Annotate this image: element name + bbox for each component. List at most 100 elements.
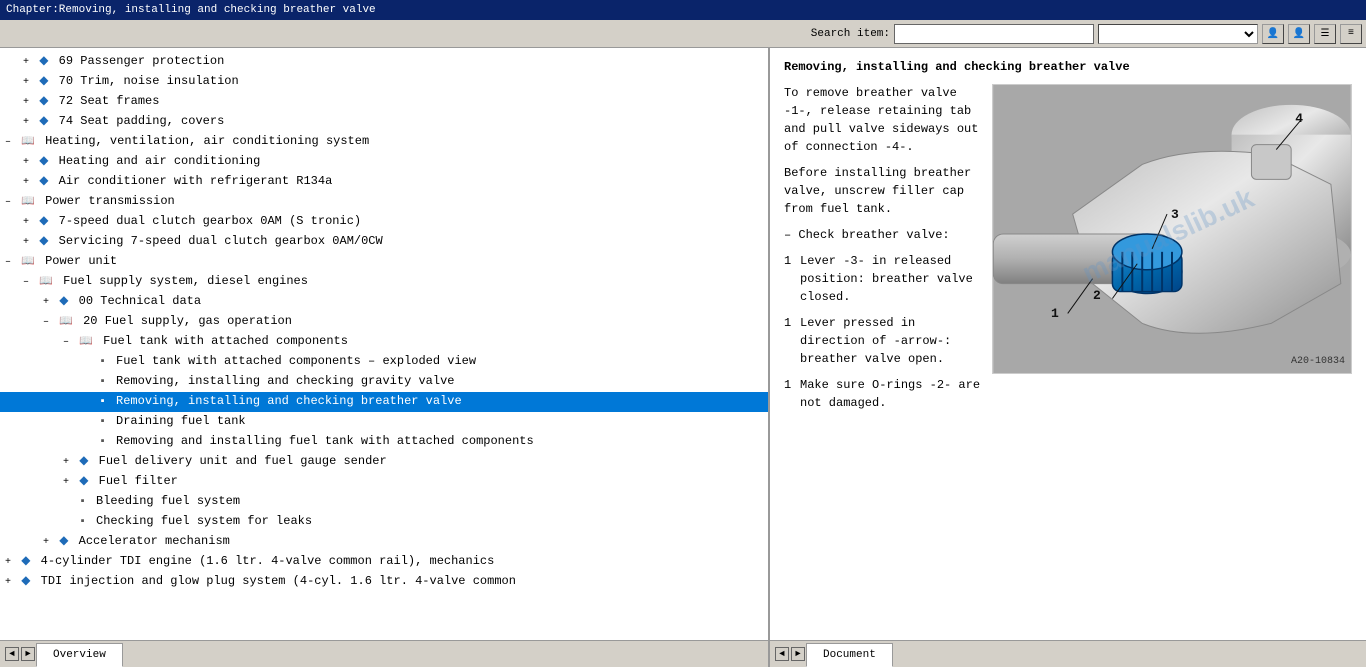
tree-container[interactable]: + ◆ 69 Passenger protection + ◆ 70 Trim,… [0,48,768,640]
expand-icon[interactable]: + [2,574,14,592]
title-bar: Chapter:Removing, installing and checkin… [0,0,1366,20]
expand-icon[interactable]: + [20,214,32,232]
tree-item[interactable]: + ◆ 4-cylinder TDI engine (1.6 ltr. 4-va… [0,552,768,572]
tree-item[interactable]: + ◆ TDI injection and glow plug system (… [0,572,768,592]
expand-icon [80,434,92,452]
main-content: + ◆ 69 Passenger protection + ◆ 70 Trim,… [0,48,1366,640]
paragraph-text: Check breather valve: [798,228,949,242]
doc-icon: ▪ [99,416,106,428]
doc-icon: ▪ [99,356,106,368]
book-icon: 📖 [21,196,35,208]
user-btn-2[interactable]: 👤 [1288,24,1310,44]
paragraph-text: Before installing breather valve, unscre… [784,166,971,216]
book-icon: 📖 [21,256,35,268]
scroll-right-right[interactable]: ► [791,647,805,661]
expand-icon[interactable]: + [20,174,32,192]
tree-item-label: Checking fuel system for leaks [96,514,312,528]
diamond-icon: ◆ [39,54,48,68]
tree-item[interactable]: + ◆ 70 Trim, noise insulation [0,72,768,92]
toolbar: Search item: 👤 👤 ☰ ≡ [0,20,1366,48]
expand-icon[interactable]: + [2,554,14,572]
tree-item-label: TDI injection and glow plug system (4-cy… [41,574,516,588]
expand-icon [80,414,92,432]
tree-item[interactable]: ▪ Checking fuel system for leaks [0,512,768,532]
title-text: Chapter:Removing, installing and checkin… [6,4,376,16]
expand-icon[interactable]: + [20,234,32,252]
tree-item[interactable]: + ◆ 7-speed dual clutch gearbox 0AM (S t… [0,212,768,232]
tree-item[interactable]: + ◆ 00 Technical data [0,292,768,312]
expand-icon[interactable]: – [2,134,14,152]
tree-item-label: Accelerator mechanism [79,534,230,548]
expand-icon[interactable]: + [20,154,32,172]
tree-item[interactable]: – 📖 20 Fuel supply, gas operation [0,312,768,332]
expand-icon[interactable]: + [20,114,32,132]
expand-icon [80,374,92,392]
tree-item[interactable]: ▪ Removing, installing and checking grav… [0,372,768,392]
tree-item[interactable]: – 📖 Power transmission [0,192,768,212]
tree-item[interactable]: + ◆ Fuel filter [0,472,768,492]
tree-item[interactable]: – 📖 Fuel supply system, diesel engines [0,272,768,292]
expand-icon[interactable]: + [40,534,52,552]
doc-image: manualslib.uk 1 2 3 4 A20-10834 [992,84,1352,374]
tree-item[interactable]: + ◆ 69 Passenger protection [0,52,768,72]
diamond-icon: ◆ [79,474,88,488]
tree-item[interactable]: + ◆ 72 Seat frames [0,92,768,112]
tab-overview[interactable]: Overview [36,643,123,667]
tree-item[interactable]: ▪ Bleeding fuel system [0,492,768,512]
diamond-icon: ◆ [79,454,88,468]
tree-item-label: 74 Seat padding, covers [59,114,225,128]
expand-icon[interactable]: + [60,454,72,472]
tree-item[interactable]: – 📖 Fuel tank with attached components [0,332,768,352]
menu-btn-2[interactable]: ≡ [1340,24,1362,44]
scroll-left-right[interactable]: ◄ [775,647,789,661]
tab-overview-label: Overview [53,649,106,661]
expand-icon[interactable]: + [20,74,32,92]
scroll-left[interactable]: ◄ [5,647,19,661]
menu-btn-1[interactable]: ☰ [1314,24,1336,44]
tree-item[interactable]: + ◆ Air conditioner with refrigerant R13… [0,172,768,192]
tree-item-label: Servicing 7-speed dual clutch gearbox 0A… [59,234,383,248]
tree-item[interactable]: + ◆ Servicing 7-speed dual clutch gearbo… [0,232,768,252]
tree-item-label: Fuel delivery unit and fuel gauge sender [99,454,387,468]
user-btn-1[interactable]: 👤 [1262,24,1284,44]
tree-item-label: Heating and air conditioning [59,154,261,168]
expand-icon[interactable]: + [40,294,52,312]
expand-icon[interactable]: – [60,334,72,352]
expand-icon[interactable]: + [20,94,32,112]
scroll-right[interactable]: ► [21,647,35,661]
expand-icon[interactable]: – [2,194,14,212]
tree-item[interactable]: ▪ Removing and installing fuel tank with… [0,432,768,452]
diamond-icon: ◆ [21,574,30,588]
bullet-num: 1 [784,252,794,306]
label-3: 3 [1171,205,1179,225]
book-icon: 📖 [39,276,53,288]
tree-item[interactable]: + ◆ Heating and air conditioning [0,152,768,172]
expand-icon[interactable]: – [40,314,52,332]
tree-item[interactable]: + ◆ Accelerator mechanism [0,532,768,552]
paragraph-text: To remove breather valve -1-, release re… [784,86,978,154]
tree-item-label: 69 Passenger protection [59,54,225,68]
expand-icon[interactable]: + [20,54,32,72]
expand-icon[interactable]: – [20,274,32,292]
tree-item[interactable]: – 📖 Power unit [0,252,768,272]
search-input[interactable] [894,24,1094,44]
tree-item[interactable]: + ◆ Fuel delivery unit and fuel gauge se… [0,452,768,472]
tree-item[interactable]: – 📖 Heating, ventilation, air conditioni… [0,132,768,152]
doc-icon: ▪ [99,396,106,408]
tree-item[interactable]: ▪ Draining fuel tank [0,412,768,432]
expand-icon[interactable]: – [2,254,14,272]
tree-item-label: 4-cylinder TDI engine (1.6 ltr. 4-valve … [41,554,495,568]
diamond-icon: ◆ [59,534,68,548]
status-right: ◄ ► Document [770,641,1366,667]
search-dropdown[interactable] [1098,24,1258,44]
status-bar: ◄ ► Overview ◄ ► Document [0,640,1366,666]
tab-document[interactable]: Document [806,643,893,667]
tree-item-label: Power transmission [45,194,175,208]
tree-item-label: Removing, installing and checking gravit… [116,374,454,388]
tree-item-selected[interactable]: ▪ Removing, installing and checking brea… [0,392,768,412]
tree-item[interactable]: ▪ Fuel tank with attached components – e… [0,352,768,372]
expand-icon[interactable]: + [60,474,72,492]
tree-item[interactable]: + ◆ 74 Seat padding, covers [0,112,768,132]
tree-item-label: Bleeding fuel system [96,494,240,508]
right-panel[interactable]: Removing, installing and checking breath… [770,48,1366,640]
